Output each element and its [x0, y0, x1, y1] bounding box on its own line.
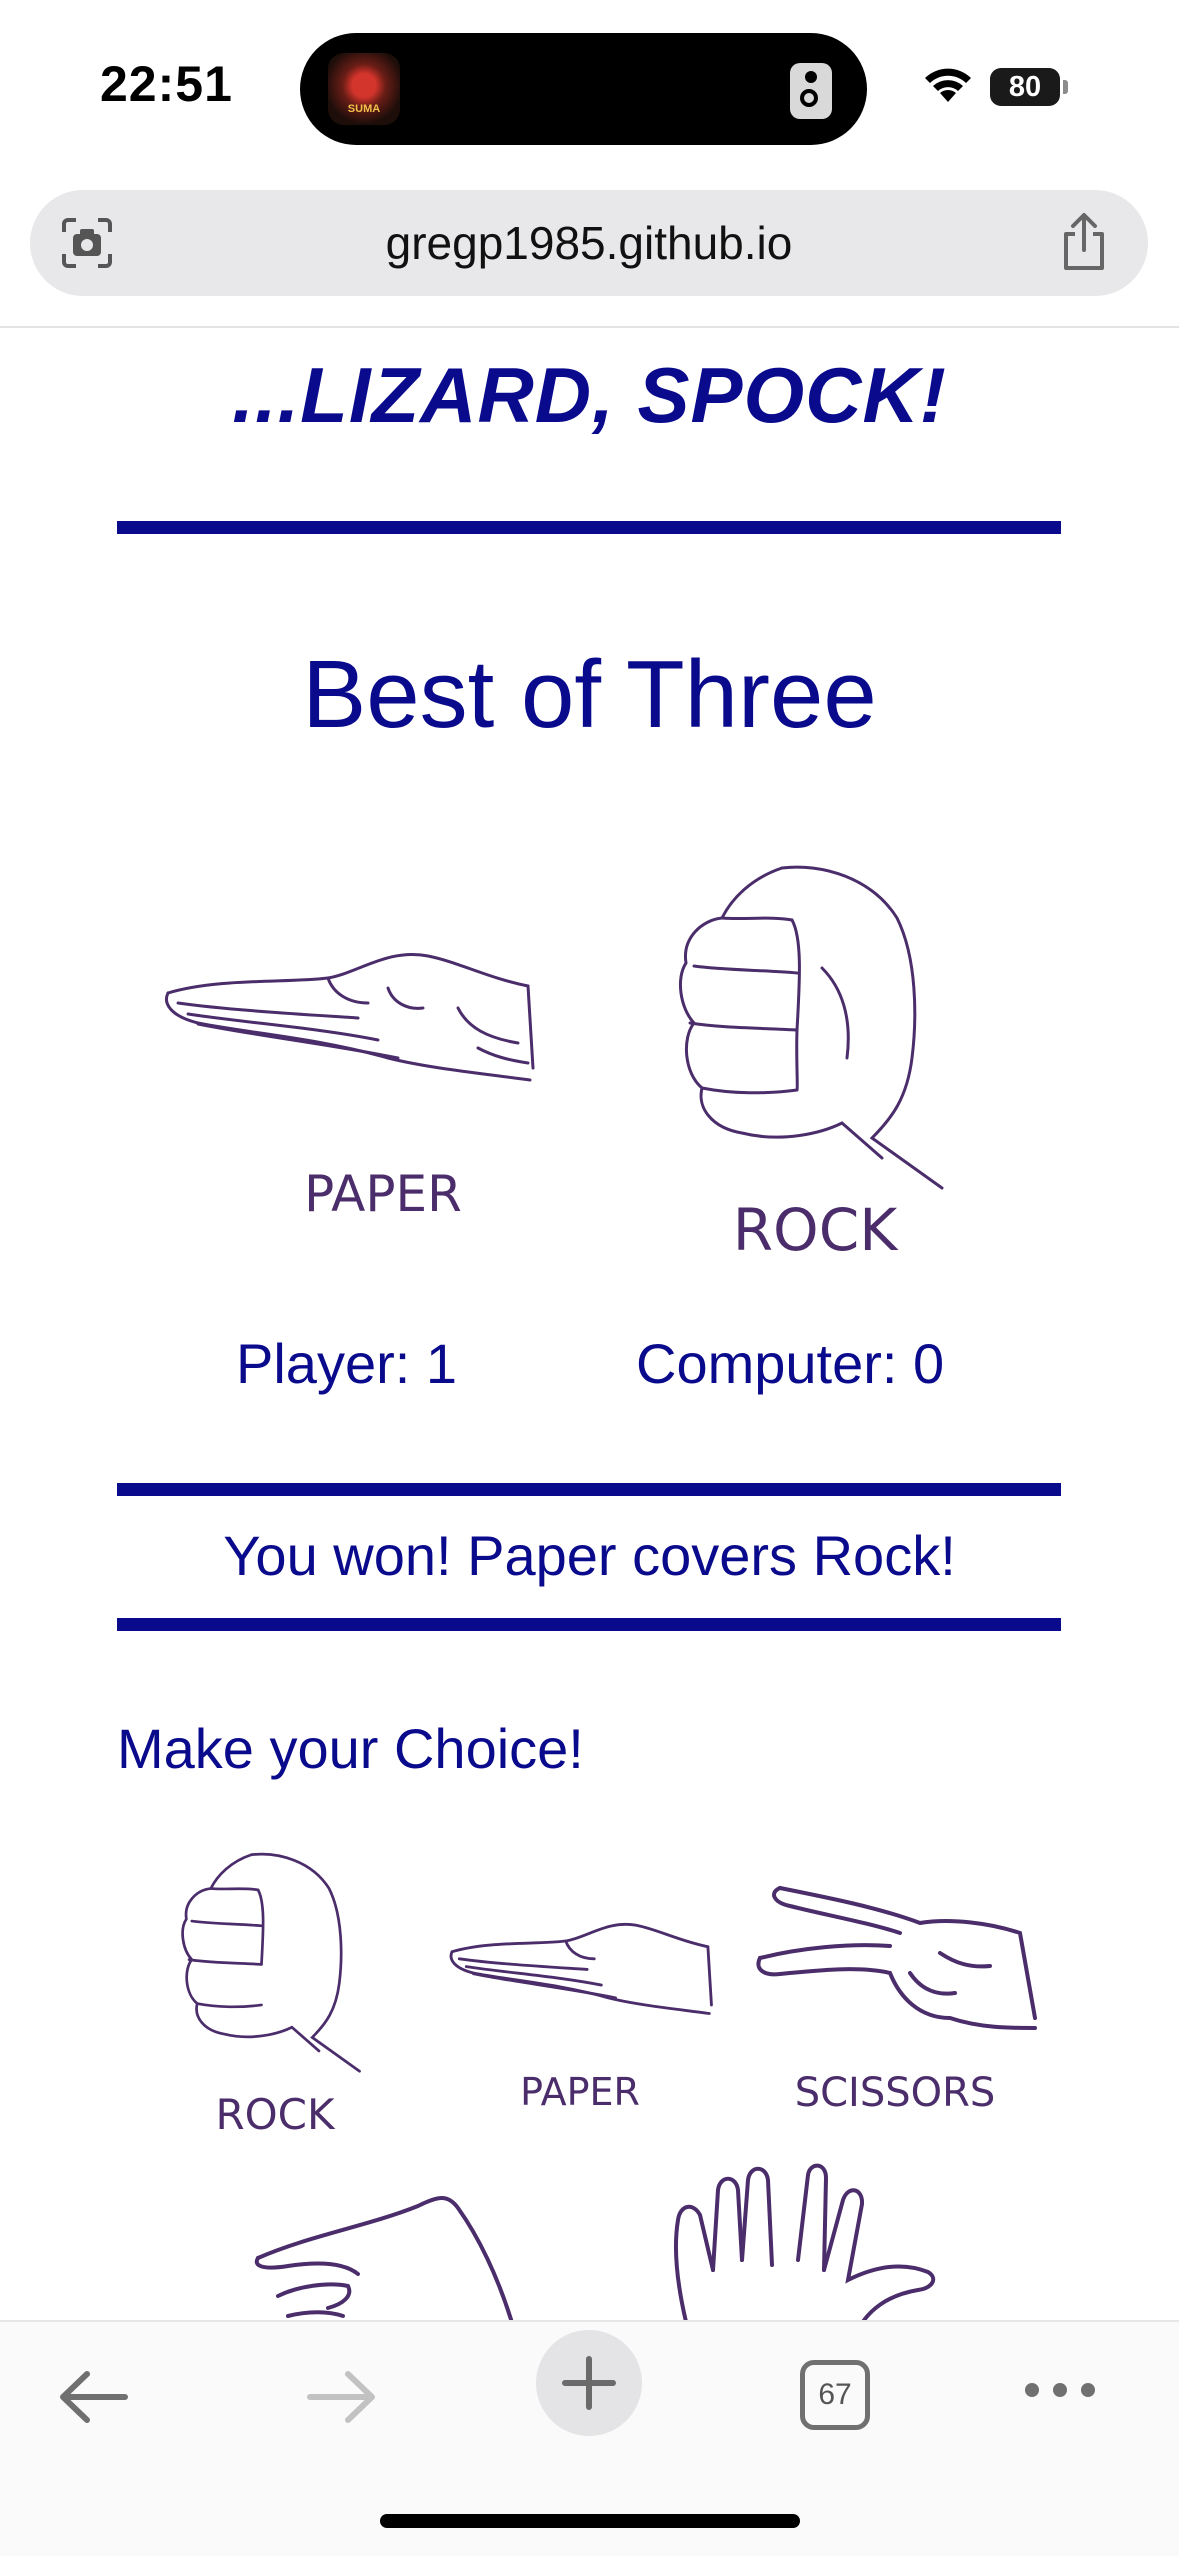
paper-choice-button[interactable]: PAPER: [445, 1918, 715, 2128]
scissors-hand-icon: [756, 1886, 1037, 2030]
battery-icon: 80: [990, 68, 1068, 106]
home-indicator[interactable]: [380, 2514, 800, 2528]
game-mode-title: Best of Three: [302, 641, 877, 748]
speaker-icon: [790, 63, 832, 119]
scissors-choice-button[interactable]: SCISSORS: [750, 1878, 1040, 2128]
now-playing-app-icon: SUMA: [328, 53, 400, 125]
computer-score: Computer: 0: [636, 1332, 945, 1395]
web-page: ...LIZARD, SPOCK! Best of Three PAPER RO…: [0, 328, 1179, 2320]
forward-arrow-icon[interactable]: [300, 2362, 380, 2432]
paper-choice-label: PAPER: [520, 2070, 640, 2114]
address-bar[interactable]: gregp1985.github.io: [30, 190, 1148, 296]
player-choice-label: PAPER: [304, 1165, 462, 1223]
paper-hand-icon: [449, 1922, 713, 2015]
rock-choice-label: ROCK: [215, 2090, 335, 2139]
computer-rock-hand-icon: [679, 865, 944, 1190]
player-score: Player: 1: [236, 1332, 457, 1395]
plus-icon: [562, 2356, 616, 2410]
wifi-icon: [925, 68, 971, 102]
player-paper-hand-icon: [165, 953, 535, 1082]
round-result-message: You won! Paper covers Rock!: [223, 1524, 956, 1587]
rock-choice-button[interactable]: ROCK: [175, 1848, 375, 2139]
spock-choice-button[interactable]: [668, 2160, 948, 2320]
choice-title: Make your Choice!: [117, 1717, 584, 1780]
result-divider-bottom: [117, 1618, 1061, 1631]
share-icon[interactable]: [1058, 212, 1110, 272]
rock-hand-icon: [181, 1852, 361, 2073]
more-options-icon[interactable]: [1022, 2378, 1098, 2402]
url-text[interactable]: gregp1985.github.io: [30, 216, 1148, 270]
computer-choice-label: ROCK: [732, 1196, 898, 1264]
tab-switcher-button[interactable]: 67: [800, 2360, 870, 2430]
dynamic-island: SUMA: [300, 33, 867, 145]
lizard-choice-button[interactable]: [248, 2186, 518, 2320]
new-tab-button[interactable]: [536, 2330, 642, 2436]
back-arrow-icon[interactable]: [55, 2362, 135, 2432]
page-heading: ...LIZARD, SPOCK!: [232, 351, 947, 439]
status-time: 22:51: [100, 56, 233, 112]
heading-divider: [117, 521, 1061, 534]
result-divider-top: [117, 1483, 1061, 1496]
status-bar: 22:51 SUMA 80: [0, 0, 1179, 170]
scissors-choice-label: SCISSORS: [794, 2070, 996, 2116]
